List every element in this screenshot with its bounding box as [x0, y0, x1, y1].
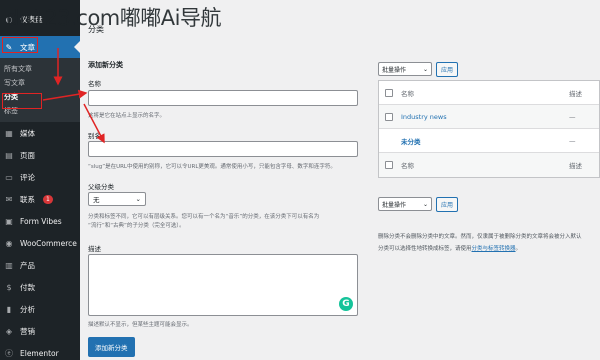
category-tag-converter-link[interactable]: 分类与标签转换器 — [472, 246, 516, 252]
column-name[interactable]: 名称 — [401, 88, 569, 98]
sidebar-item-label: 媒体 — [20, 128, 35, 138]
column-description[interactable]: 描述 — [569, 88, 599, 98]
sidebar-item-label: 页面 — [20, 150, 35, 160]
chevron-down-icon: ⌄ — [422, 200, 428, 208]
sidebar-item-media[interactable]: ▦ 媒体 — [0, 122, 80, 144]
sidebar-item-label: Form Vibes — [20, 216, 62, 226]
submenu-all-posts[interactable]: 所有文章 — [0, 62, 80, 76]
sidebar-item-comments[interactable]: ▭ 评论 — [0, 166, 80, 188]
product-icon: ▥ — [5, 260, 13, 270]
chevron-down-icon: ⌄ — [135, 195, 141, 203]
chevron-down-icon: ⌄ — [422, 65, 428, 73]
grammarly-icon[interactable]: G — [339, 297, 353, 311]
row-checkbox-placeholder — [385, 137, 393, 145]
sidebar-item-label: 产品 — [20, 260, 35, 270]
slug-help: “slug”是在URL中使用的别称，它可以令URL更美观。通常使用小写，只能包含… — [88, 164, 336, 170]
posts-submenu: 所有文章 写文章 分类 标签 — [0, 58, 80, 122]
submenu-new-post[interactable]: 写文章 — [0, 76, 80, 90]
sidebar-item-marketing[interactable]: ◈ 营销 — [0, 320, 80, 342]
sidebar-item-label: 评论 — [20, 172, 35, 182]
bulk-action-select-bottom[interactable]: 批量操作 ⌄ — [378, 197, 432, 211]
delete-note-line-1: 删除分类不会删除分类中的文章。然而，仅隶属于被删除分类的文章将会被分入默认 — [378, 234, 582, 240]
slug-label: 别名 — [88, 132, 101, 140]
description-help: 描述默认不显示，但某些主题可能会显示。 — [88, 322, 193, 328]
description-textarea[interactable]: G — [88, 254, 358, 316]
bulk-action-value: 批量操作 — [382, 66, 407, 74]
watermark-text: du123.com嘟嘟Ai导航 — [6, 6, 221, 30]
form-icon: ▣ — [5, 216, 13, 226]
sidebar-item-label: 分析 — [20, 304, 35, 314]
parent-help-line-1: 分类和标签不同，它可以有层级关系。您可以有一个名为“音乐”的分类，在该分类下可以… — [88, 214, 320, 220]
category-description: — — [569, 112, 576, 121]
parent-select-value: 无 — [93, 196, 100, 204]
select-all-checkbox[interactable] — [385, 88, 393, 97]
payment-icon: $ — [6, 282, 12, 292]
sidebar-item-woocommerce[interactable]: ◉ WooCommerce — [0, 232, 80, 254]
sidebar-item-products[interactable]: ▥ 产品 — [0, 254, 80, 276]
column-description-footer[interactable]: 描述 — [569, 160, 599, 170]
marketing-icon: ◈ — [5, 326, 13, 336]
bulk-action-select-top[interactable]: 批量操作 ⌄ — [378, 62, 432, 76]
annotation-box-categories — [2, 93, 42, 109]
mail-icon: ✉ — [5, 194, 13, 204]
category-description: — — [569, 136, 576, 145]
table-footer: 名称 描述 — [379, 153, 599, 177]
table-row: Industry news — — [379, 105, 599, 129]
sidebar-item-elementor[interactable]: ⓔ Elementor — [0, 342, 80, 360]
sidebar-item-analytics[interactable]: ▮ 分析 — [0, 298, 80, 320]
sidebar-item-label: WooCommerce — [20, 238, 77, 248]
sidebar-item-contact[interactable]: ✉ 联系 1 — [0, 188, 80, 210]
name-field[interactable] — [88, 90, 358, 106]
bulk-action-value: 批量操作 — [382, 201, 407, 209]
section-title: 添加新分类 — [88, 61, 123, 69]
comment-icon: ▭ — [5, 172, 13, 182]
sidebar-item-pages[interactable]: ▤ 页面 — [0, 144, 80, 166]
delete-note-text: 分类可以选择性地转换成标签，请使用 — [378, 246, 472, 252]
page-icon: ▤ — [5, 150, 13, 160]
category-table: 名称 描述 Industry news — 未分类 — 名称 描述 — [378, 80, 600, 178]
annotation-box-posts — [2, 37, 38, 53]
name-label: 名称 — [88, 80, 101, 88]
admin-sidebar: ◐ 仪表盘 ✎ 文章 所有文章 写文章 分类 标签 ▦ 媒体 ▤ 页面 ▭ 评论… — [0, 0, 80, 360]
slug-field[interactable] — [88, 141, 358, 157]
sidebar-item-form-vibes[interactable]: ▣ Form Vibes — [0, 210, 80, 232]
media-icon: ▦ — [5, 128, 13, 138]
parent-help-line-2: “流行”和“古典”的子分类（完全可选）。 — [88, 223, 185, 229]
sidebar-item-label: 付款 — [20, 282, 35, 292]
sidebar-item-label: 联系 — [20, 194, 35, 204]
sidebar-item-label: Elementor — [20, 348, 59, 358]
table-row: 未分类 — — [379, 129, 599, 153]
elementor-icon: ⓔ — [5, 348, 13, 358]
name-help: 这将是它在站点上显示的名字。 — [88, 113, 166, 119]
sidebar-item-payments[interactable]: $ 付款 — [0, 276, 80, 298]
delete-note-end: 。 — [515, 246, 522, 252]
category-name-link[interactable]: 未分类 — [401, 136, 569, 146]
row-checkbox[interactable] — [385, 112, 393, 121]
apply-button-bottom[interactable]: 应用 — [436, 197, 459, 212]
select-all-checkbox-footer[interactable] — [385, 161, 393, 169]
table-header: 名称 描述 — [379, 81, 599, 105]
description-label: 描述 — [88, 245, 101, 253]
woo-icon: ◉ — [5, 238, 13, 248]
add-category-button[interactable]: 添加新分类 — [88, 337, 135, 357]
notification-badge: 1 — [43, 194, 53, 204]
analytics-icon: ▮ — [6, 304, 12, 314]
sidebar-item-label: 营销 — [20, 326, 35, 336]
delete-note-line-2: 分类可以选择性地转换成标签，请使用分类与标签转换器。 — [378, 244, 521, 252]
apply-button-top[interactable]: 应用 — [436, 62, 459, 77]
column-name-footer[interactable]: 名称 — [401, 160, 569, 170]
category-name-link[interactable]: Industry news — [401, 113, 569, 121]
parent-select[interactable]: 无 ⌄ — [88, 192, 146, 206]
parent-label: 父级分类 — [88, 183, 114, 191]
